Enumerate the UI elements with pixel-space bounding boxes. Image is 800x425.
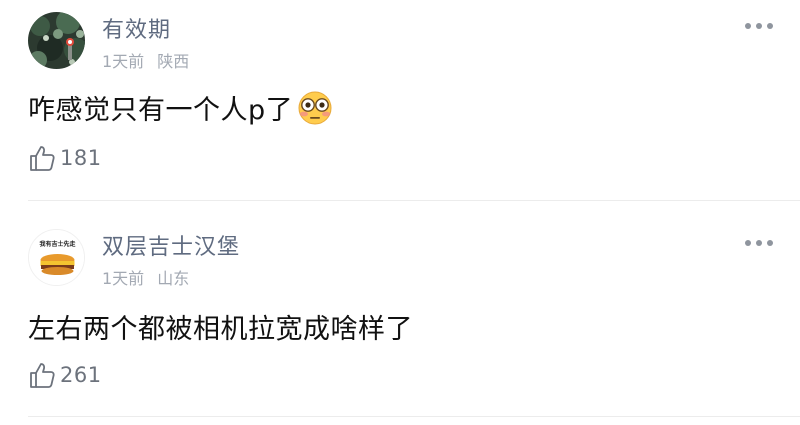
like-button[interactable]: 181 [28, 144, 102, 172]
username[interactable]: 双层吉士汉堡 [102, 229, 240, 261]
avatar-caption: 我有吉士先走 [39, 240, 75, 248]
like-button[interactable]: 261 [28, 361, 102, 389]
comment-divider [28, 416, 800, 417]
more-options-icon[interactable] [745, 239, 773, 247]
like-count: 181 [60, 146, 102, 170]
username[interactable]: 有效期 [102, 12, 171, 44]
comment-time: 1天前 [102, 52, 145, 71]
comment-item: 有效期 1天前 陕西 咋感觉只有一个人p了 181 [0, 0, 800, 200]
comment-meta: 1天前 陕西 [102, 48, 189, 72]
comment-text-content: 咋感觉只有一个人p了 [28, 95, 294, 126]
like-count: 261 [60, 363, 102, 387]
thumbs-up-icon [30, 363, 55, 388]
thumbs-up-icon [30, 146, 55, 171]
comment-location: 陕西 [157, 52, 190, 71]
avatar[interactable]: 我有吉士先走 [28, 229, 85, 286]
comment-text: 左右两个都被相机拉宽成啥样了 [28, 307, 413, 346]
avatar[interactable] [28, 12, 85, 69]
comment-location: 山东 [157, 269, 190, 288]
flushed-face-emoji-icon [298, 91, 332, 124]
comment-time: 1天前 [102, 269, 145, 288]
more-options-icon[interactable] [745, 22, 773, 30]
comment-meta: 1天前 山东 [102, 265, 189, 289]
comment-item: 我有吉士先走 双层吉士汉堡 1天前 山东 左右两个都被相机拉宽成啥样了 261 [0, 201, 800, 416]
comment-text: 咋感觉只有一个人p了 [28, 88, 333, 127]
comment-text-content: 左右两个都被相机拉宽成啥样了 [28, 314, 413, 345]
